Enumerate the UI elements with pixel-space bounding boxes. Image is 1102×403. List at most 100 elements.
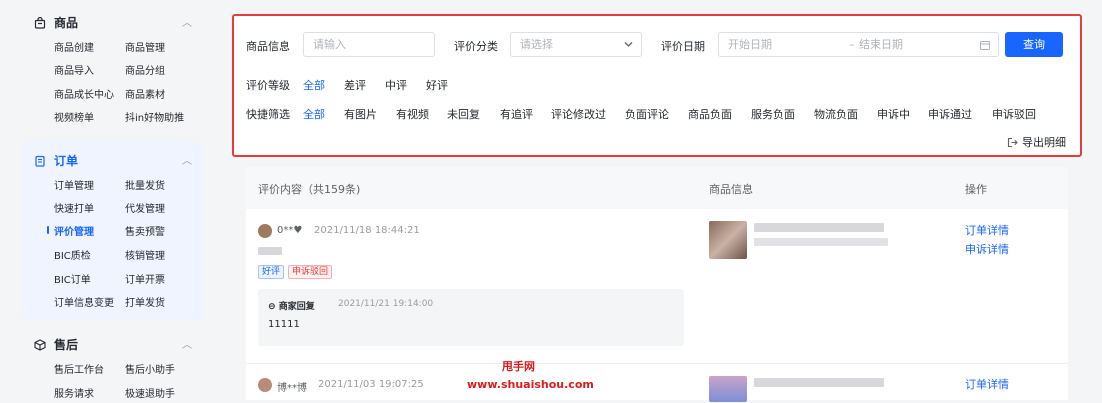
level-chip-good[interactable]: 好评 — [426, 77, 448, 93]
merchant-reply: ⊖ 商家回复 2021/11/21 19:14:00 11111 — [258, 289, 684, 346]
sidebar-section-goods-title: 商品 — [54, 16, 79, 30]
export-button[interactable]: 导出明细 — [1007, 134, 1066, 150]
sidebar-item-fast-refund[interactable]: 极速退助手 — [125, 385, 175, 400]
product-thumbnail[interactable] — [709, 221, 747, 259]
review-time: 2021/11/03 19:07:25 — [318, 379, 424, 390]
filter-panel: 商品信息 请输入 评价分类 请选择 评价日期 开始日期 – 结束日期 查询 评价… — [232, 14, 1082, 157]
quick-chip-logistics-negative[interactable]: 物流负面 — [814, 106, 858, 122]
appeal-detail-link[interactable]: 申诉详情 — [965, 241, 1009, 257]
table-row: 博**博 2021/11/03 19:07:25 订单详情 — [246, 363, 1068, 403]
watermark-title: 甩手网 — [502, 360, 535, 373]
sidebar-item-goods-manage[interactable]: 商品管理 — [125, 39, 165, 54]
product-title-blurred — [754, 378, 884, 387]
category-label: 评价分类 — [454, 40, 498, 53]
quick-chip-service-negative[interactable]: 服务负面 — [751, 106, 795, 122]
quick-chip-followup[interactable]: 有追评 — [500, 106, 533, 122]
date-range-separator: – — [849, 38, 855, 51]
sidebar-item-order-change[interactable]: 订单信息变更 — [54, 294, 114, 309]
chevron-up-icon[interactable]: ︿ — [182, 152, 192, 167]
quick-chip-unreplied[interactable]: 未回复 — [447, 106, 480, 122]
sidebar-item-goods-create[interactable]: 商品创建 — [54, 39, 94, 54]
quick-chip-appeal-passed[interactable]: 申诉通过 — [928, 106, 972, 122]
quick-chip-modified[interactable]: 评论修改过 — [551, 106, 606, 122]
review-text-blurred — [258, 247, 282, 255]
quick-chip-video[interactable]: 有视频 — [396, 106, 429, 122]
column-header-action: 操作 — [965, 183, 987, 196]
sidebar-item-goods-growth[interactable]: 商品成长中心 — [54, 86, 114, 101]
sidebar-item-quick-print[interactable]: 快速打单 — [54, 200, 94, 215]
reviewer-name: 0**♥ — [277, 225, 303, 236]
sidebar-section-goods-header[interactable]: 商品 — [34, 14, 78, 31]
column-header-content: 评价内容（共159条) — [258, 183, 361, 196]
product-thumbnail[interactable] — [709, 376, 747, 402]
quick-chip-appeal-rejected[interactable]: 申诉驳回 — [992, 106, 1036, 122]
sidebar: 商品 ︿ 商品创建 商品管理 商品导入 商品分组 商品成长中心 商品素材 视频榜… — [22, 0, 204, 400]
level-label: 评价等级 — [246, 79, 290, 92]
order-detail-link[interactable]: 订单详情 — [965, 222, 1009, 238]
sidebar-item-sale-warning[interactable]: 售卖预警 — [125, 223, 165, 238]
main-content: 商品信息 请输入 评价分类 请选择 评价日期 开始日期 – 结束日期 查询 评价… — [232, 14, 1082, 403]
quick-chip-product-negative[interactable]: 商品负面 — [688, 106, 732, 122]
watermark-url: www.shuaishou.com — [467, 378, 594, 391]
chevron-down-icon — [624, 42, 633, 47]
quick-chip-image[interactable]: 有图片 — [344, 106, 377, 122]
sidebar-item-douin-boost[interactable]: 抖in好物助推 — [125, 109, 184, 124]
review-table: 评价内容（共159条) 商品信息 操作 0**♥ 2021/11/18 18:4… — [246, 167, 1068, 403]
level-chip-bad[interactable]: 差评 — [344, 77, 366, 93]
sidebar-item-bic-order[interactable]: BIC订单 — [54, 271, 91, 286]
sidebar-section-aftersale: 售后 ︿ 售后工作台 售后小助手 服务请求 极速退助手 — [22, 324, 204, 400]
merchant-reply-label-text: 商家回复 — [278, 302, 315, 312]
order-detail-link[interactable]: 订单详情 — [965, 376, 1009, 392]
sidebar-section-order: 订单 ︿ 订单管理 批量发货 快速打单 代发管理 评价管理 售卖预警 BIC质检… — [22, 142, 204, 320]
sidebar-item-bic-check[interactable]: BIC质检 — [54, 247, 91, 262]
sidebar-item-print-ship[interactable]: 打单发货 — [125, 294, 165, 309]
sidebar-item-aftersale-helper[interactable]: 售后小助手 — [125, 361, 175, 376]
sidebar-item-order-manage[interactable]: 订单管理 — [54, 177, 94, 192]
review-time: 2021/11/18 18:44:21 — [314, 225, 420, 236]
cube-icon — [34, 338, 46, 351]
rating-tag: 好评 — [258, 265, 285, 279]
active-indicator — [47, 226, 49, 234]
chevron-up-icon[interactable]: ︿ — [182, 14, 192, 29]
sidebar-item-goods-material[interactable]: 商品素材 — [125, 86, 165, 101]
sidebar-item-goods-import[interactable]: 商品导入 — [54, 62, 94, 77]
avatar — [258, 224, 272, 238]
level-chip-mid[interactable]: 中评 — [385, 77, 407, 93]
date-range-picker[interactable]: 开始日期 – 结束日期 — [718, 32, 999, 57]
sidebar-item-aftersale-desk[interactable]: 售后工作台 — [54, 361, 104, 376]
sidebar-item-service-request[interactable]: 服务请求 — [54, 385, 94, 400]
date-label: 评价日期 — [661, 40, 705, 53]
sidebar-section-order-header[interactable]: 订单 — [34, 152, 78, 169]
sidebar-item-review-manage[interactable]: 评价管理 — [54, 223, 94, 238]
export-label: 导出明细 — [1022, 136, 1066, 149]
calendar-icon — [980, 41, 990, 50]
shop-bag-icon — [34, 16, 46, 29]
date-end-field[interactable]: 结束日期 — [859, 33, 903, 56]
sidebar-item-goods-group[interactable]: 商品分组 — [125, 62, 165, 77]
date-start-field[interactable]: 开始日期 — [728, 33, 772, 56]
sidebar-section-aftersale-header[interactable]: 售后 — [34, 336, 78, 353]
merchant-reply-label: ⊖ 商家回复 — [268, 302, 315, 312]
level-chip-all[interactable]: 全部 — [303, 77, 325, 93]
sidebar-item-verify-manage[interactable]: 核销管理 — [125, 247, 165, 262]
quick-filter-label: 快捷筛选 — [246, 108, 290, 121]
chevron-up-icon[interactable]: ︿ — [182, 336, 192, 351]
merchant-reply-time: 2021/11/21 19:14:00 — [338, 299, 434, 309]
sidebar-item-invoice[interactable]: 订单开票 — [125, 271, 165, 286]
product-info-label: 商品信息 — [246, 40, 290, 53]
category-select[interactable]: 请选择 — [510, 32, 642, 57]
sidebar-section-goods: 商品 ︿ 商品创建 商品管理 商品导入 商品分组 商品成长中心 商品素材 视频榜… — [22, 0, 204, 138]
product-info-input[interactable]: 请输入 — [303, 32, 435, 57]
sidebar-item-video-rank[interactable]: 视频榜单 — [54, 109, 94, 124]
sidebar-item-dropship[interactable]: 代发管理 — [125, 200, 165, 215]
category-select-value: 请选择 — [520, 38, 553, 51]
quick-chip-negative[interactable]: 负面评论 — [625, 106, 669, 122]
sidebar-item-batch-ship[interactable]: 批量发货 — [125, 177, 165, 192]
quick-chip-appealing[interactable]: 申诉中 — [877, 106, 910, 122]
quick-chip-all[interactable]: 全部 — [303, 106, 325, 122]
merchant-reply-text: 11111 — [268, 319, 300, 330]
query-button[interactable]: 查询 — [1005, 32, 1063, 57]
avatar — [258, 378, 272, 392]
product-title-blurred — [754, 223, 884, 232]
appeal-status-tag: 申诉驳回 — [288, 265, 333, 279]
